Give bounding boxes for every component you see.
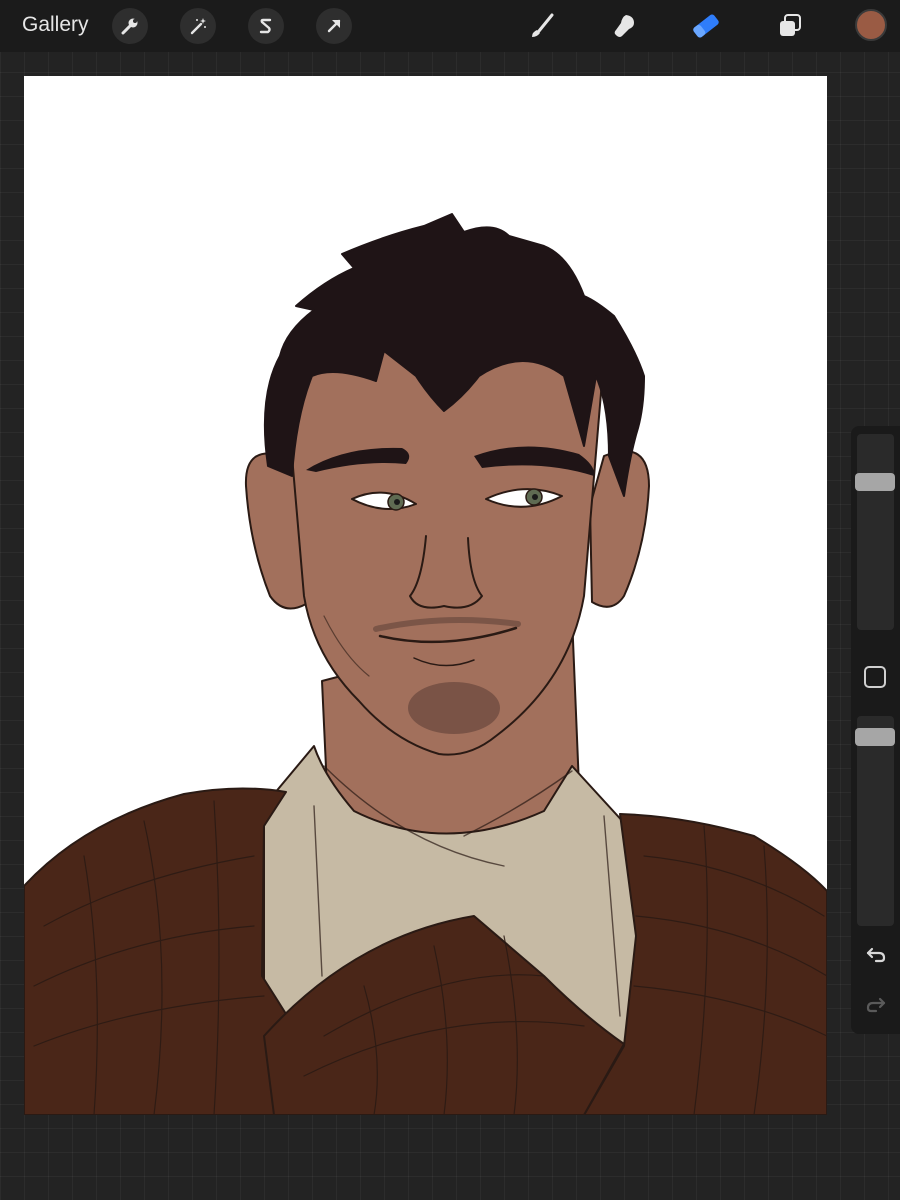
undo-icon bbox=[866, 947, 886, 963]
drawing-canvas[interactable] bbox=[24, 76, 827, 1115]
gallery-button[interactable]: Gallery bbox=[22, 13, 89, 37]
redo-button[interactable] bbox=[863, 991, 889, 1017]
undo-button[interactable] bbox=[863, 941, 889, 967]
brush-opacity-thumb[interactable] bbox=[855, 728, 895, 746]
brush-icon bbox=[532, 13, 554, 37]
color-swatch[interactable] bbox=[855, 9, 887, 41]
brush-size-thumb[interactable] bbox=[855, 473, 895, 491]
magic-wand-icon bbox=[190, 18, 206, 35]
actions-button[interactable] bbox=[112, 8, 148, 44]
selection-s-icon bbox=[259, 18, 272, 34]
brush-tool-button[interactable] bbox=[524, 8, 560, 44]
layers-icon bbox=[780, 14, 801, 36]
top-toolbar: Gallery bbox=[0, 0, 900, 52]
transform-button[interactable] bbox=[316, 8, 352, 44]
smudge-icon bbox=[614, 15, 634, 37]
square-modifier-icon[interactable] bbox=[864, 666, 886, 688]
selection-button[interactable] bbox=[248, 8, 284, 44]
layers-button[interactable] bbox=[772, 8, 808, 44]
eraser-icon bbox=[693, 14, 719, 38]
brush-opacity-slider[interactable] bbox=[855, 716, 895, 926]
brush-sidebar bbox=[851, 426, 900, 1034]
eraser-tool-button[interactable] bbox=[688, 8, 724, 44]
redo-icon bbox=[866, 997, 886, 1013]
wrench-icon bbox=[121, 18, 138, 35]
brush-size-slider[interactable] bbox=[855, 434, 895, 630]
adjustments-button[interactable] bbox=[180, 8, 216, 44]
arrow-cursor-icon bbox=[327, 19, 341, 33]
portrait-artwork bbox=[24, 213, 827, 1115]
smudge-tool-button[interactable] bbox=[606, 8, 642, 44]
chin-stubble bbox=[408, 682, 500, 734]
